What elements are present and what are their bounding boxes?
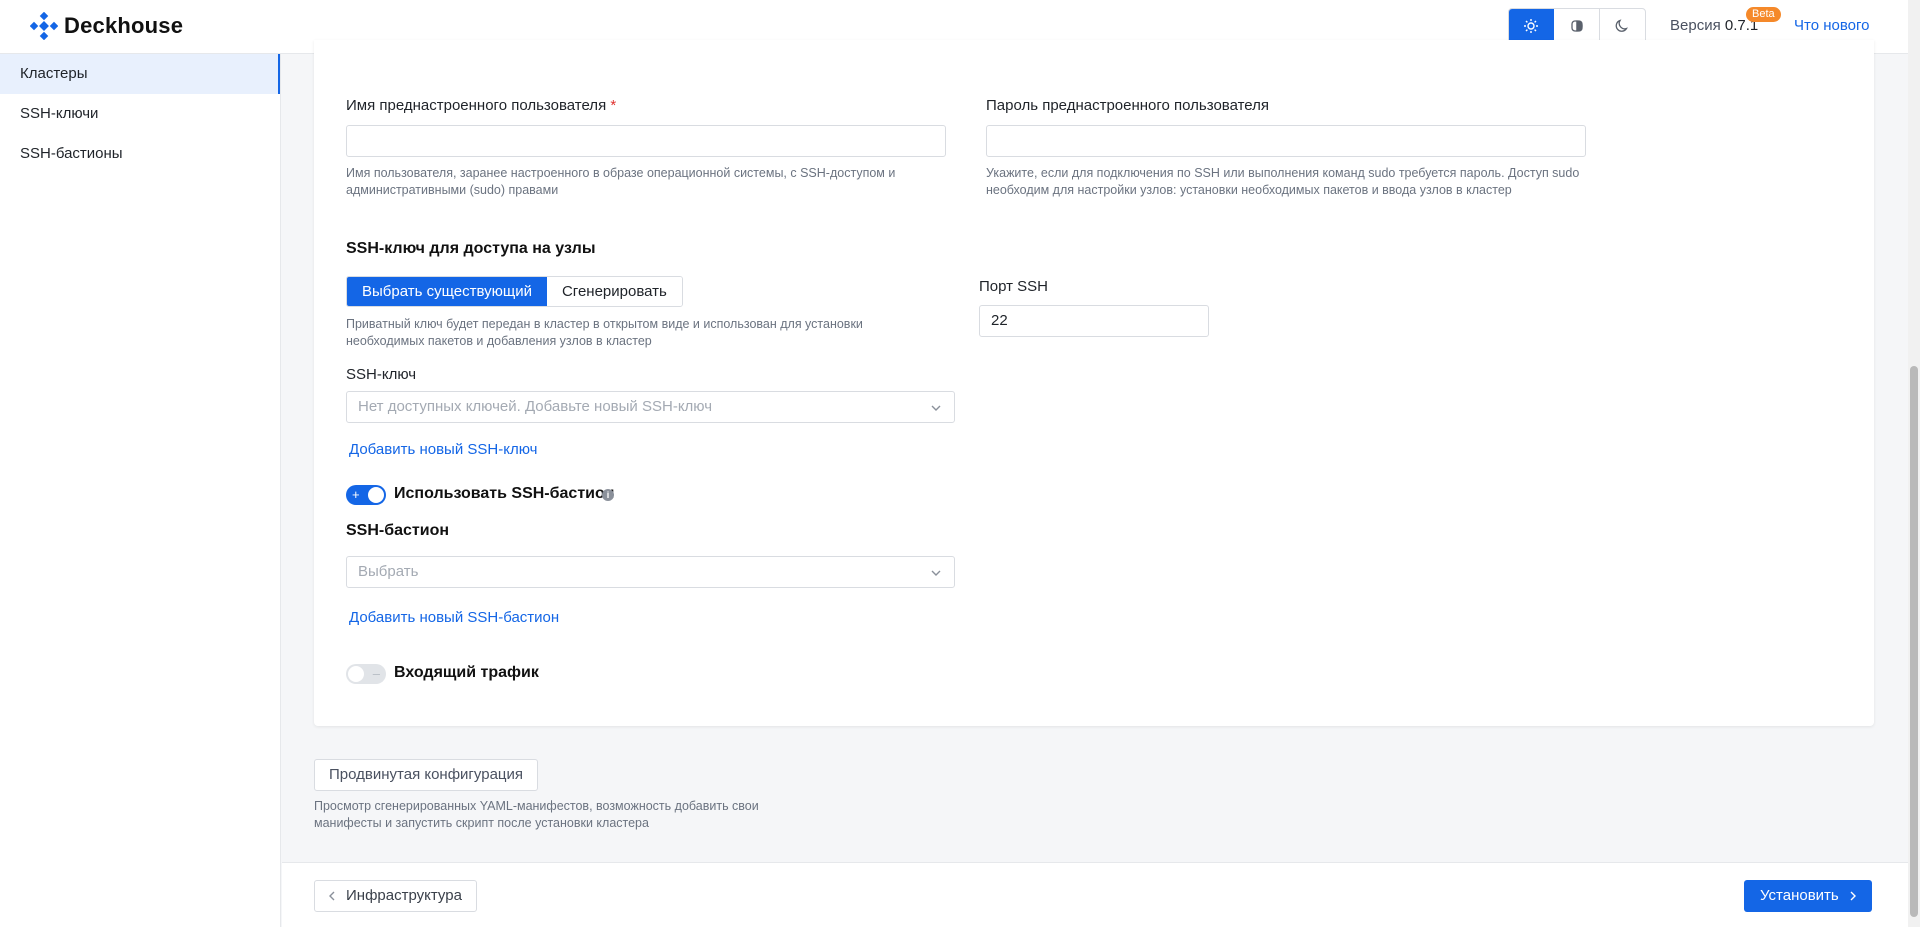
preset-user-input[interactable] — [346, 125, 946, 157]
preset-password-input[interactable] — [986, 125, 1586, 157]
contrast-icon — [1570, 20, 1583, 32]
theme-switcher — [1508, 8, 1646, 44]
ingress-toggle-label: Входящий трафик — [394, 664, 539, 681]
advanced-config-button[interactable]: Продвинутая конфигурация — [314, 759, 539, 791]
toggle-on-mark: + — [352, 487, 360, 502]
ssh-port-label: Порт SSH — [979, 278, 1049, 295]
bastion-toggle[interactable]: + — [346, 485, 386, 505]
theme-light-button[interactable] — [1509, 9, 1555, 43]
install-button-label: Установить — [1760, 887, 1839, 904]
toggle-knob — [348, 666, 364, 682]
preset-user-label: Имя преднастроенного пользователя * — [346, 97, 616, 114]
sidebar-item-ssh-bastions[interactable]: SSH-бастионы — [0, 134, 280, 174]
scrollbar-thumb[interactable] — [1910, 366, 1918, 917]
chevron-down-icon — [931, 405, 941, 411]
bastion-select[interactable]: Выбрать — [346, 556, 955, 588]
page-scrollbar[interactable] — [1908, 0, 1920, 927]
theme-dark-button[interactable] — [1600, 9, 1645, 43]
theme-system-button[interactable] — [1554, 9, 1600, 43]
back-button[interactable]: Инфраструктура — [314, 880, 477, 912]
ssh-key-select-placeholder: Нет доступных ключей. Добавьте новый SSH… — [358, 398, 713, 415]
ingress-toggle[interactable]: – — [346, 664, 386, 684]
beta-badge: Beta — [1746, 7, 1781, 22]
bastion-toggle-label: Использовать SSH-бастион — [394, 485, 615, 502]
preset-user-label-text: Имя преднастроенного пользователя — [346, 97, 607, 114]
moon-icon — [1616, 19, 1629, 32]
form-card: Имя преднастроенного пользователя * Имя … — [314, 40, 1874, 726]
ssh-key-select[interactable]: Нет доступных ключей. Добавьте новый SSH… — [346, 391, 955, 423]
sidebar-item-clusters[interactable]: Кластеры — [0, 54, 280, 94]
version-label: Версия — [1670, 17, 1721, 34]
ssh-key-section-title: SSH-ключ для доступа на узлы — [346, 240, 596, 257]
chevron-down-icon — [931, 570, 941, 576]
bastion-select-placeholder: Выбрать — [358, 563, 419, 580]
chevron-right-icon — [1850, 891, 1856, 901]
generate-button[interactable]: Сгенерировать — [546, 277, 682, 306]
select-existing-button[interactable]: Выбрать существующий — [347, 277, 547, 306]
app-name: Deckhouse — [64, 13, 184, 38]
preset-password-help: Укажите, если для подключения по SSH или… — [986, 166, 1580, 197]
required-mark: * — [610, 97, 617, 114]
sidebar-item-ssh-keys[interactable]: SSH-ключи — [0, 94, 280, 134]
whats-new-link[interactable]: Что нового — [1794, 17, 1869, 34]
deckhouse-logo-icon — [30, 12, 58, 40]
ssh-key-label: SSH-ключ — [346, 366, 417, 383]
install-button[interactable]: Установить — [1744, 880, 1872, 912]
advanced-config-help: Просмотр сгенерированных YAML-манифестов… — [314, 799, 759, 830]
preset-password-label: Пароль преднастроенного пользователя — [986, 97, 1270, 114]
toggle-knob — [368, 487, 384, 503]
sun-icon — [1524, 19, 1539, 33]
sidebar: Кластеры SSH-ключи SSH-бастионы — [0, 54, 281, 927]
add-ssh-key-link[interactable]: Добавить новый SSH-ключ — [349, 441, 537, 458]
ssh-key-help: Приватный ключ будет передан в кластер в… — [346, 317, 863, 348]
ssh-key-mode-switch: Выбрать существующий Сгенерировать — [346, 276, 683, 307]
bastion-title: SSH-бастион — [346, 522, 450, 539]
info-icon[interactable]: i — [602, 489, 614, 501]
preset-user-help: Имя пользователя, заранее настроенного в… — [346, 166, 896, 197]
add-bastion-link[interactable]: Добавить новый SSH-бастион — [349, 609, 559, 626]
version-info: Версия 0.7.1 — [1670, 17, 1758, 34]
logo[interactable]: Deckhouse — [30, 12, 183, 40]
toggle-off-mark: – — [372, 666, 380, 681]
ssh-port-input[interactable]: 22 — [979, 305, 1209, 337]
chevron-left-icon — [329, 891, 335, 901]
back-button-label: Инфраструктура — [346, 887, 462, 904]
footer-bar: Инфраструктура Установить — [282, 862, 1908, 927]
